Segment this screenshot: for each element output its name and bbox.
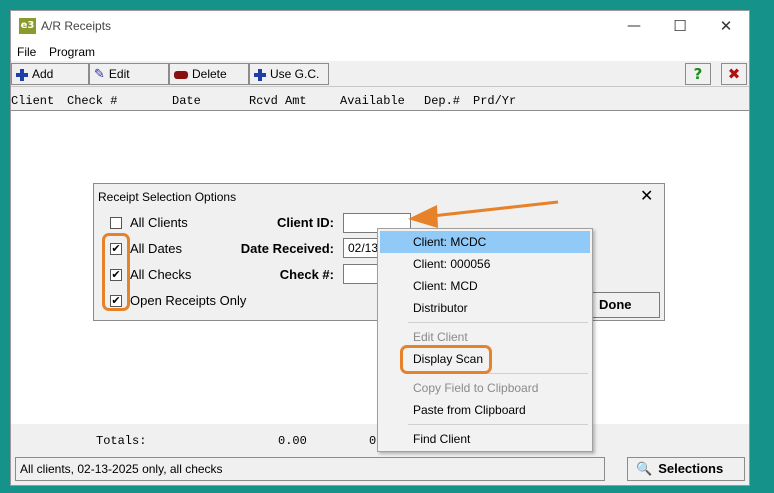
arrow-annotation [408, 200, 559, 228]
